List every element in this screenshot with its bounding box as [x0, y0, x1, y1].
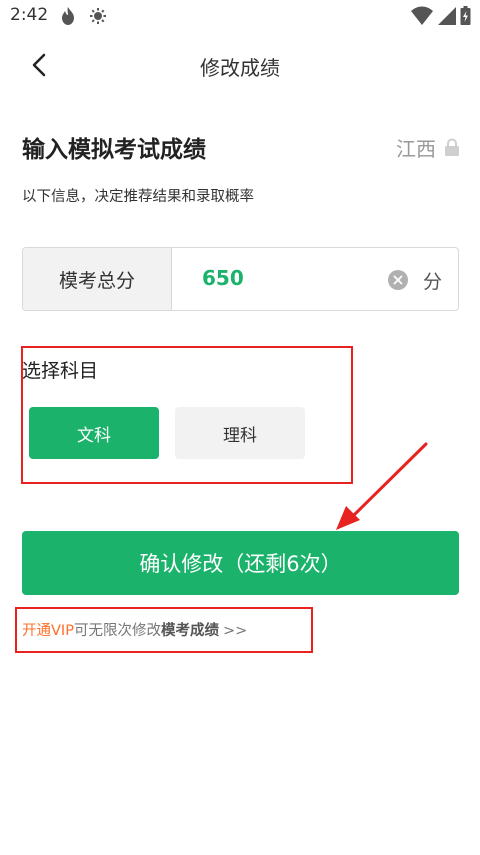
vip-desc-text: 可无限次修改 — [73, 623, 161, 639]
flame-icon — [60, 6, 76, 30]
signal-icon — [437, 6, 457, 30]
score-label: 模考总分 — [23, 248, 172, 310]
page-title: 修改成绩 — [200, 56, 280, 80]
battery-icon — [460, 6, 471, 30]
province-label: 江西 — [396, 137, 436, 161]
section-subtitle: 以下信息，决定推荐结果和录取概率 — [22, 189, 254, 205]
subject-title: 选择科目 — [22, 360, 99, 382]
wifi-icon — [410, 6, 434, 30]
status-time: 2:42 — [10, 5, 49, 25]
confirm-button[interactable]: 确认修改（还剩6次） — [22, 531, 459, 595]
annotation-arrow — [336, 442, 428, 530]
vip-link[interactable]: 开通VIP可无限次修改模考成绩 >> — [22, 619, 247, 640]
subject-option-liberal-arts[interactable]: 文科 — [29, 407, 159, 459]
status-bar: 2:42 — [0, 0, 480, 34]
score-input[interactable] — [202, 266, 352, 290]
section-heading: 输入模拟考试成绩 — [22, 137, 206, 163]
vip-open-text: 开通VIP — [22, 623, 74, 639]
province-selector: 江西 — [396, 133, 460, 162]
score-field: 模考总分 分 — [22, 247, 459, 311]
gear-icon — [89, 6, 107, 30]
vip-arrow-text: >> — [222, 623, 248, 639]
clear-icon[interactable] — [388, 270, 408, 290]
vip-mock-score-text: 模考成绩 — [160, 623, 219, 639]
subject-option-science[interactable]: 理科 — [175, 407, 305, 459]
nav-bar: 修改成绩 — [0, 40, 480, 90]
score-unit: 分 — [423, 271, 443, 293]
score-input-wrap: 分 — [172, 248, 458, 310]
lock-icon — [445, 138, 459, 156]
